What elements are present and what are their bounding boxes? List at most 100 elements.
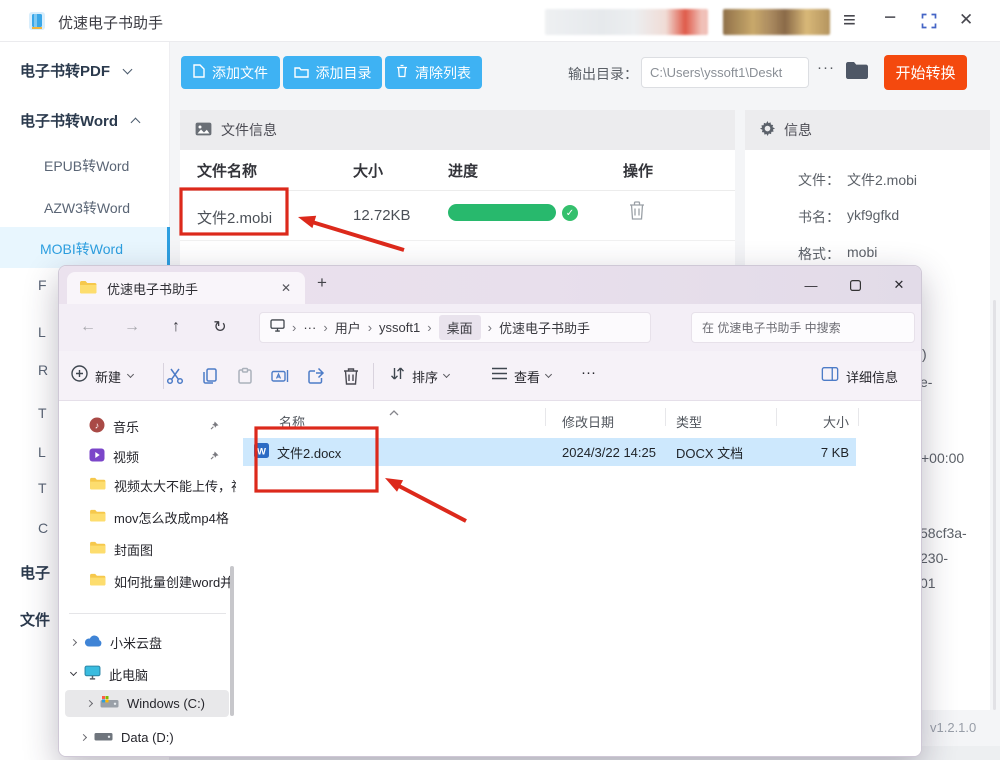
sidebar-item-music[interactable]: ♪ 音乐 xyxy=(59,412,236,440)
col-type[interactable]: 类型 xyxy=(676,412,702,431)
sidebar-section-ebook-to-pdf[interactable]: 电子书转PDF xyxy=(20,60,131,81)
sidebar-section-ebook-to-word[interactable]: 电子书转Word xyxy=(20,110,139,131)
sidebar-item-mobi-to-word[interactable]: MOBI转Word xyxy=(0,227,170,268)
info-fragment: +00:00 xyxy=(921,450,964,466)
file-size: 7 KB xyxy=(769,445,849,460)
drive-icon xyxy=(94,730,113,745)
details-pane-button[interactable]: 详细信息 xyxy=(821,361,898,391)
output-dir-input[interactable] xyxy=(641,57,809,88)
more-commands-button[interactable]: ··· xyxy=(581,364,596,381)
explorer-minimize-button[interactable]: — xyxy=(791,271,831,299)
sidebar-item-folder[interactable]: 如何批量创建word并 xyxy=(59,567,236,595)
close-button[interactable]: ✕ xyxy=(959,10,973,30)
info-value: ykf9gfkd xyxy=(847,207,899,223)
search-input[interactable]: 在 优速电子书助手 中搜索 xyxy=(691,312,915,343)
success-check-icon: ✓ xyxy=(562,205,578,221)
refresh-icon[interactable]: ↻ xyxy=(205,312,235,342)
sidebar-item-folder[interactable]: 视频太大不能上传，视 xyxy=(59,471,236,499)
version-label: v1.2.1.0 xyxy=(930,720,976,735)
start-convert-button[interactable]: 开始转换 xyxy=(884,55,967,90)
paste-icon[interactable] xyxy=(235,366,255,391)
word-doc-icon: W xyxy=(253,442,270,462)
sidebar-item-epub-to-word[interactable]: EPUB转Word xyxy=(44,156,129,176)
col-size[interactable]: 大小 xyxy=(769,412,849,431)
sidebar-item-drive-c[interactable]: Windows (C:) xyxy=(65,690,229,717)
fullscreen-button[interactable] xyxy=(921,13,937,34)
new-button[interactable]: 新建 xyxy=(71,361,133,391)
sidebar-item-folder[interactable]: 封面图 xyxy=(59,535,236,563)
column-divider[interactable] xyxy=(665,408,666,426)
sidebar-item-fragment[interactable]: T xyxy=(38,405,47,421)
sidebar-item-drive-d[interactable]: Data (D:) xyxy=(59,723,236,751)
explorer-maximize-button[interactable] xyxy=(835,271,875,299)
sidebar-item-fragment[interactable]: T xyxy=(38,480,47,496)
delete-row-icon[interactable] xyxy=(628,200,646,226)
up-icon[interactable]: ↑ xyxy=(161,312,191,342)
sidebar-item-folder[interactable]: mov怎么改成mp4格 xyxy=(59,503,236,531)
delete-icon[interactable] xyxy=(342,366,360,391)
rename-icon[interactable] xyxy=(270,366,290,391)
sidebar-scrollbar[interactable] xyxy=(230,566,234,716)
cut-icon[interactable] xyxy=(165,366,185,391)
col-date[interactable]: 修改日期 xyxy=(562,412,614,431)
info-label: 格式： xyxy=(760,244,840,264)
sidebar-item-this-pc[interactable]: 此电脑 xyxy=(59,660,236,688)
sidebar-item-fragment[interactable]: L xyxy=(38,444,46,460)
view-button[interactable]: 查看 xyxy=(491,361,551,391)
new-tab-button[interactable]: + xyxy=(317,273,327,293)
file-row-size: 12.72KB xyxy=(353,207,411,224)
column-divider[interactable] xyxy=(776,408,777,426)
chevron-down-icon xyxy=(123,64,133,74)
add-file-button[interactable]: 添加文件 xyxy=(181,56,280,89)
back-icon[interactable]: ← xyxy=(73,312,103,342)
tab-close-icon[interactable]: ✕ xyxy=(281,281,291,295)
crumb-dots[interactable]: ··· xyxy=(303,320,316,335)
info-panel-header: 信息 xyxy=(745,110,990,150)
sidebar-item-fragment[interactable]: R xyxy=(38,362,48,378)
sidebar-item-fragment[interactable]: L xyxy=(38,324,46,340)
col-progress: 进度 xyxy=(448,160,478,181)
sidebar-item-azw3-to-word[interactable]: AZW3转Word xyxy=(44,198,130,218)
scrollbar[interactable] xyxy=(993,300,996,710)
sidebar-section-fragment[interactable]: 文件 xyxy=(20,609,50,630)
menu-icon[interactable]: ≡ xyxy=(843,7,856,33)
divider xyxy=(180,240,735,241)
sidebar-section-fragment[interactable]: 电子 xyxy=(20,562,50,583)
share-icon[interactable] xyxy=(306,366,326,391)
sidebar-item-fragment[interactable]: F xyxy=(38,277,47,293)
col-size: 大小 xyxy=(353,160,383,181)
folder-icon xyxy=(89,509,106,525)
col-action: 操作 xyxy=(623,160,653,181)
file-row-selected[interactable]: W 文件2.docx 2024/3/22 14:25 DOCX 文档 7 KB xyxy=(243,438,856,466)
column-divider[interactable] xyxy=(545,408,546,426)
pin-icon xyxy=(209,449,220,464)
explorer-close-button[interactable]: ✕ xyxy=(879,271,919,299)
column-divider[interactable] xyxy=(858,408,859,426)
forward-icon[interactable]: → xyxy=(117,312,147,342)
clear-list-button[interactable]: 清除列表 xyxy=(385,56,482,89)
crumb-yssoft1[interactable]: yssoft1 xyxy=(379,320,420,335)
explorer-tab[interactable]: 优速电子书助手 ✕ xyxy=(67,272,305,304)
info-label: 文件： xyxy=(760,170,840,190)
minimize-button[interactable]: − xyxy=(884,6,896,30)
sidebar-item-fragment[interactable]: C xyxy=(38,520,48,536)
open-folder-icon[interactable] xyxy=(845,61,869,85)
sort-button[interactable]: 排序 xyxy=(389,361,449,391)
crumb-app-folder[interactable]: 优速电子书助手 xyxy=(499,318,590,337)
breadcrumb[interactable]: › ··· › 用户 › yssoft1 › 桌面 › 优速电子书助手 xyxy=(259,312,651,343)
file-date: 2024/3/22 14:25 xyxy=(562,445,656,460)
copy-icon[interactable] xyxy=(200,366,220,391)
add-directory-button[interactable]: 添加目录 xyxy=(283,56,382,89)
sidebar-item-videos[interactable]: 视频 xyxy=(59,442,236,470)
crumb-desktop[interactable]: 桌面 xyxy=(439,315,481,340)
video-icon xyxy=(89,447,105,466)
file-list: 名称 修改日期 类型 大小 W 文件2.docx 2024/3/22 14:25… xyxy=(236,401,922,757)
col-name[interactable]: 名称 xyxy=(279,412,305,431)
crumb-users[interactable]: 用户 xyxy=(335,318,361,337)
file-panel-header: 文件信息 xyxy=(180,110,735,150)
sidebar-item-cloud[interactable]: 小米云盘 xyxy=(59,628,236,656)
crumb-sep: › xyxy=(420,320,438,335)
folder-icon xyxy=(79,280,97,297)
crumb-sep: › xyxy=(285,320,303,335)
output-dir-more-button[interactable]: ··· xyxy=(817,59,835,76)
